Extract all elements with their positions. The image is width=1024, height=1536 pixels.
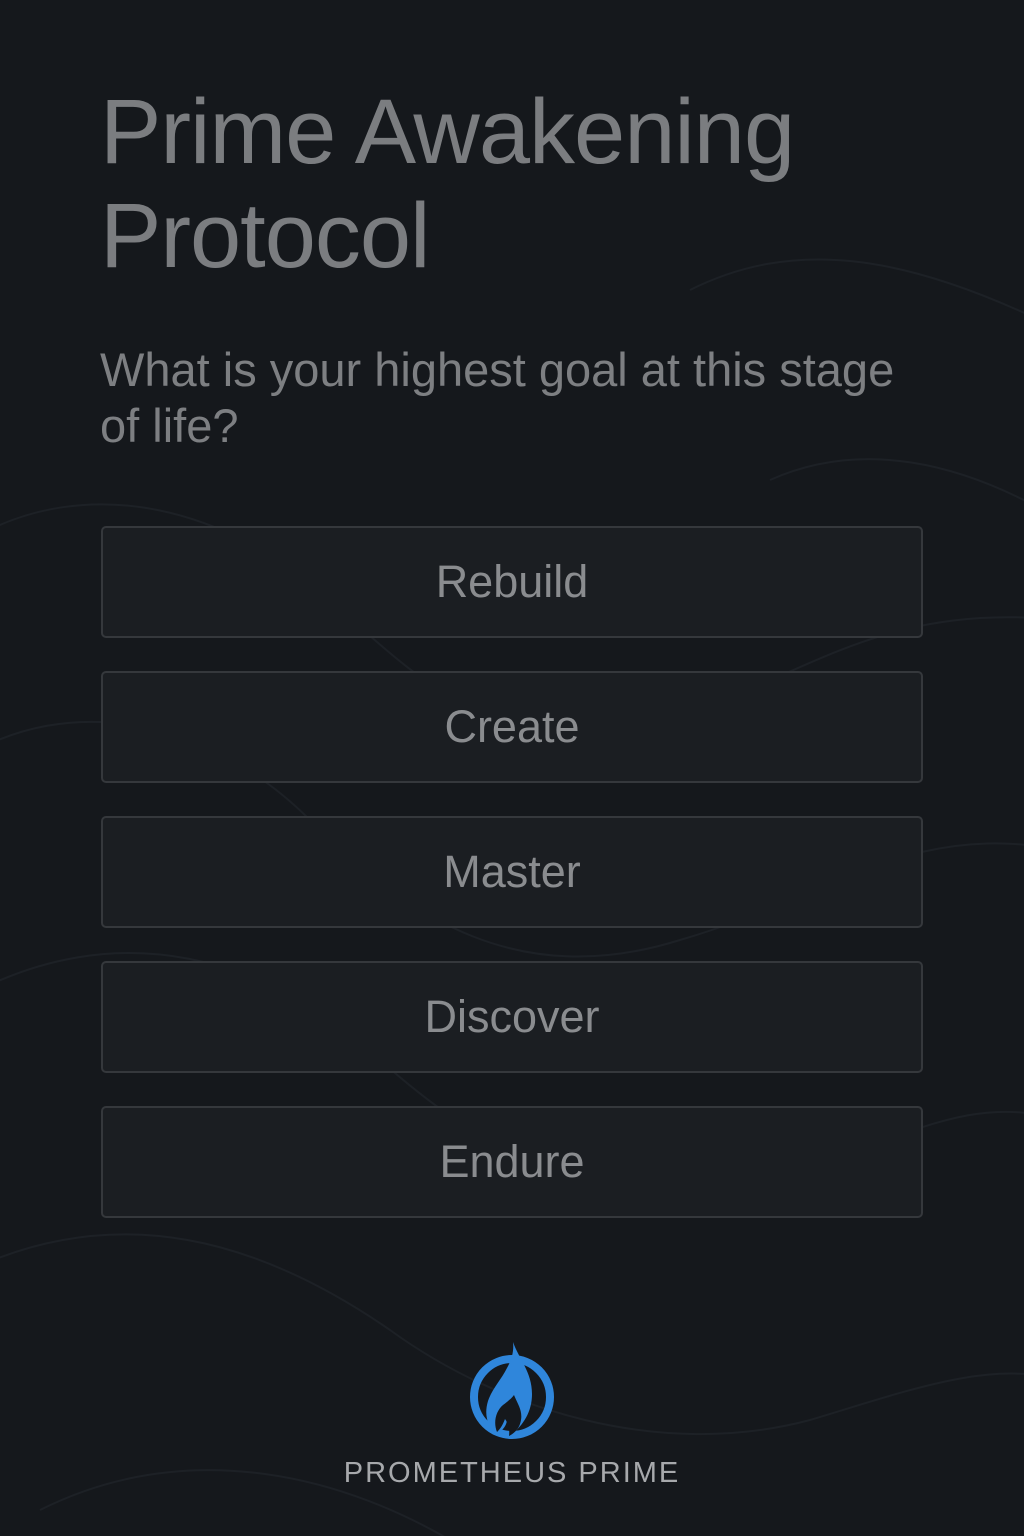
goal-question: What is your highest goal at this stage … (100, 343, 895, 452)
page-title-line-2: Protocol (100, 185, 430, 287)
flame-ring-icon (470, 1342, 554, 1439)
onboarding-question-screen: Prime Awakening Protocol What is your hi… (0, 0, 1024, 1536)
brand-footer: PROMETHEUS PRIME (0, 1335, 1024, 1490)
option-master-button[interactable]: Master (101, 816, 923, 928)
option-endure-button[interactable]: Endure (101, 1106, 923, 1218)
brand-name: PROMETHEUS PRIME (343, 1457, 681, 1489)
goal-options-list: Rebuild Create Master Discover Endure (101, 526, 923, 1251)
page-title: Prime Awakening Protocol (100, 80, 980, 288)
option-create-button[interactable]: Create (101, 671, 923, 783)
page-title-line-1: Prime Awakening (100, 81, 795, 183)
option-discover-button[interactable]: Discover (101, 961, 923, 1073)
option-rebuild-button[interactable]: Rebuild (101, 526, 923, 638)
